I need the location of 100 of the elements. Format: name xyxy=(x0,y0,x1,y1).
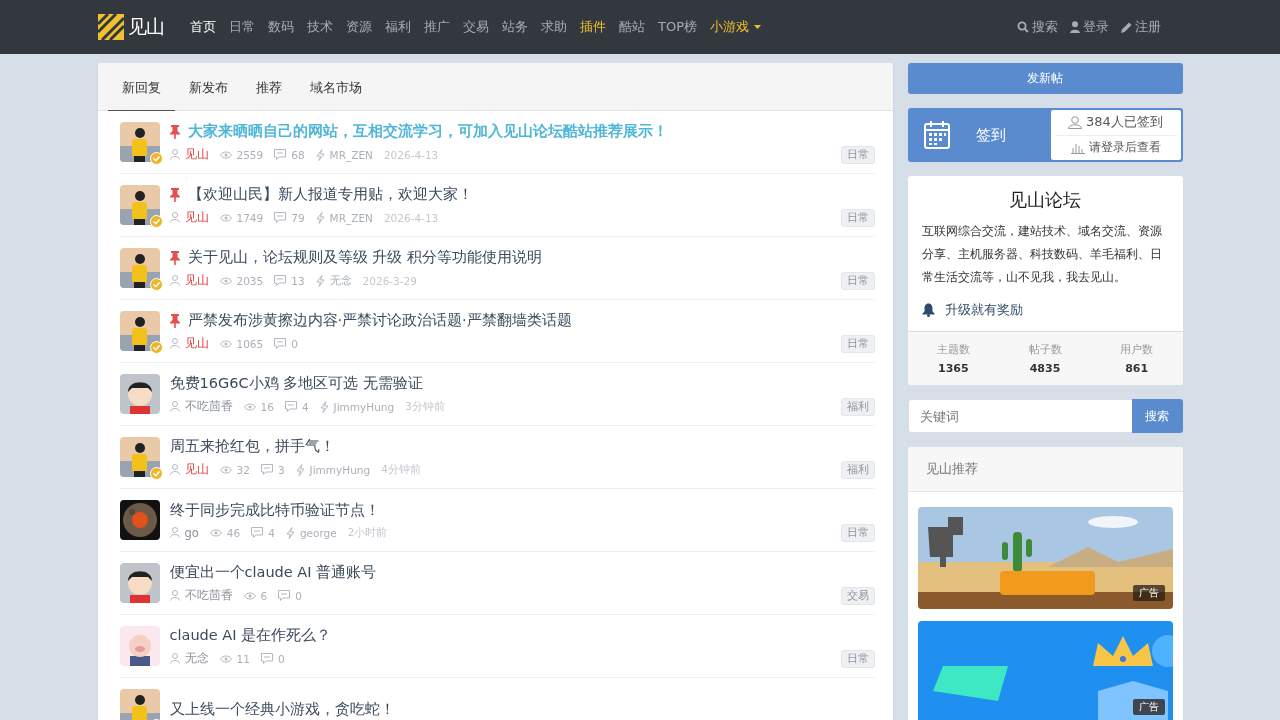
comment-icon xyxy=(278,590,291,601)
stat-label: 帖子数 xyxy=(1028,342,1062,357)
upgrade-link[interactable]: 升级就有奖励 xyxy=(921,301,1169,319)
lightning-icon xyxy=(285,526,295,539)
bell-icon xyxy=(921,303,935,317)
nav-link[interactable]: 数码 xyxy=(261,18,301,36)
check-in-button[interactable]: 签到 xyxy=(909,110,1051,160)
eye-icon xyxy=(243,591,256,600)
user-icon xyxy=(1069,21,1080,33)
tab[interactable]: 域名市场 xyxy=(295,79,376,111)
nav-link[interactable]: TOP榜 xyxy=(651,18,704,36)
thread-title-link[interactable]: 终于同步完成比特币验证节点！ xyxy=(169,500,380,520)
thread-title-link[interactable]: 关于见山，论坛规则及等级 升级 积分等功能使用说明 xyxy=(187,248,542,267)
view-count: 32 xyxy=(236,463,250,476)
view-count: 2559 xyxy=(236,148,264,161)
category-tag[interactable]: 福利 xyxy=(840,461,875,479)
nav-action-link[interactable]: 登录 xyxy=(1069,18,1109,36)
nav-link[interactable]: 首页 xyxy=(183,18,223,36)
nav-link[interactable]: 日常 xyxy=(222,18,262,36)
nav-link[interactable]: 插件 xyxy=(573,18,613,36)
author-link[interactable]: 无念 xyxy=(184,651,209,666)
category-tag[interactable]: 日常 xyxy=(840,209,875,227)
logo-icon xyxy=(97,14,124,40)
thread-title-link[interactable]: 便宜出一个claude AI 普通账号 xyxy=(169,563,377,582)
user-icon xyxy=(1068,115,1083,129)
search-icon xyxy=(1016,21,1029,33)
nav-link[interactable]: 小游戏 xyxy=(703,18,768,36)
nav-link[interactable]: 求助 xyxy=(534,18,574,36)
user-icon xyxy=(169,338,180,349)
author-link[interactable]: 见山 xyxy=(184,210,209,225)
category-tag[interactable]: 交易 xyxy=(840,587,875,605)
user-icon xyxy=(169,653,180,664)
reply-count: 0 xyxy=(291,337,298,350)
comment-icon xyxy=(284,401,297,412)
nav-link[interactable]: 站务 xyxy=(495,18,535,36)
caret-icon xyxy=(754,25,761,29)
comment-icon xyxy=(274,275,287,286)
lightning-icon xyxy=(315,148,325,161)
author-link[interactable]: 不吃茴香 xyxy=(184,399,233,414)
category-tag[interactable]: 日常 xyxy=(840,524,875,542)
comment-icon xyxy=(274,212,287,223)
panel-title: 见山推荐 xyxy=(925,461,978,476)
user-icon xyxy=(169,527,180,538)
user-icon xyxy=(169,464,180,475)
reply-count: 68 xyxy=(291,148,305,161)
nav-link[interactable]: 福利 xyxy=(378,18,418,36)
eye-icon xyxy=(219,213,232,222)
stat-label: 用户数 xyxy=(1120,342,1154,357)
nav-link[interactable]: 技术 xyxy=(300,18,340,36)
author-link[interactable]: 见山 xyxy=(184,336,209,351)
eye-icon xyxy=(219,654,232,663)
thread-title-link[interactable]: 又上线一个经典小游戏，贪吃蛇！ xyxy=(169,699,395,719)
ad-label: 广告 xyxy=(1132,699,1165,715)
view-count: 6 xyxy=(260,589,268,602)
forum-title: 见山论坛 xyxy=(1008,188,1082,212)
tab[interactable]: 推荐 xyxy=(241,79,296,111)
nav-action-link[interactable]: 搜索 xyxy=(1016,18,1058,36)
reply-count: 79 xyxy=(291,211,305,224)
thread-title-link[interactable]: claude AI 是在作死么？ xyxy=(169,626,332,645)
author-link[interactable]: go xyxy=(184,525,199,540)
nav-link[interactable]: 交易 xyxy=(456,18,496,36)
author-link[interactable]: 见山 xyxy=(184,147,209,162)
thread-title-link[interactable]: 周五来抢红包，拼手气！ xyxy=(169,437,335,456)
search-button[interactable]: 搜索 xyxy=(1131,399,1183,433)
view-count: 11 xyxy=(236,652,250,665)
author-link[interactable]: 不吃茴香 xyxy=(184,588,233,603)
lightning-icon xyxy=(315,211,325,224)
nav-link[interactable]: 推广 xyxy=(417,18,457,36)
nav-link[interactable]: 资源 xyxy=(339,18,379,36)
new-post-button[interactable]: 发新帖 xyxy=(907,63,1183,94)
nav-link[interactable]: 酷站 xyxy=(612,18,652,36)
author-link[interactable]: 见山 xyxy=(184,462,209,477)
ad-label: 广告 xyxy=(1132,585,1165,601)
category-tag[interactable]: 日常 xyxy=(840,146,875,164)
logo-text[interactable]: 见山 xyxy=(127,14,164,40)
reply-count: 0 xyxy=(277,652,285,665)
comment-icon xyxy=(274,338,287,349)
author-link[interactable]: 见山 xyxy=(184,273,209,288)
category-tag[interactable]: 日常 xyxy=(840,650,875,668)
thread-title-link[interactable]: 【欢迎山民】新人报道专用贴，欢迎大家！ xyxy=(187,185,473,204)
stat-value: 4835 xyxy=(1029,362,1061,375)
category-tag[interactable]: 日常 xyxy=(840,272,875,290)
post-time: 2026-3-29 xyxy=(362,274,417,287)
tab[interactable]: 新发布 xyxy=(174,79,242,111)
tab[interactable]: 新回复 xyxy=(107,79,175,111)
view-count: 16 xyxy=(260,400,274,413)
reply-count: 0 xyxy=(295,589,302,602)
nav-action-link[interactable]: 注册 xyxy=(1120,18,1161,36)
category-tag[interactable]: 福利 xyxy=(840,398,875,416)
lightning-icon xyxy=(295,463,305,476)
user-icon xyxy=(169,590,180,601)
eye-icon xyxy=(219,276,232,285)
thread-title-link[interactable]: 免费16G6C小鸡 多地区可选 无需验证 xyxy=(169,374,423,393)
reply-count: 3 xyxy=(277,463,285,476)
category-tag[interactable]: 日常 xyxy=(840,335,875,353)
search-field[interactable]: 关键词 xyxy=(907,399,1132,433)
stat-value: 1365 xyxy=(938,362,969,375)
eye-icon xyxy=(219,465,232,474)
comment-icon xyxy=(274,149,287,160)
thread-title-link[interactable]: 严禁发布涉黄擦边内容·严禁讨论政治话题·严禁翻墙类话题 xyxy=(187,311,572,330)
